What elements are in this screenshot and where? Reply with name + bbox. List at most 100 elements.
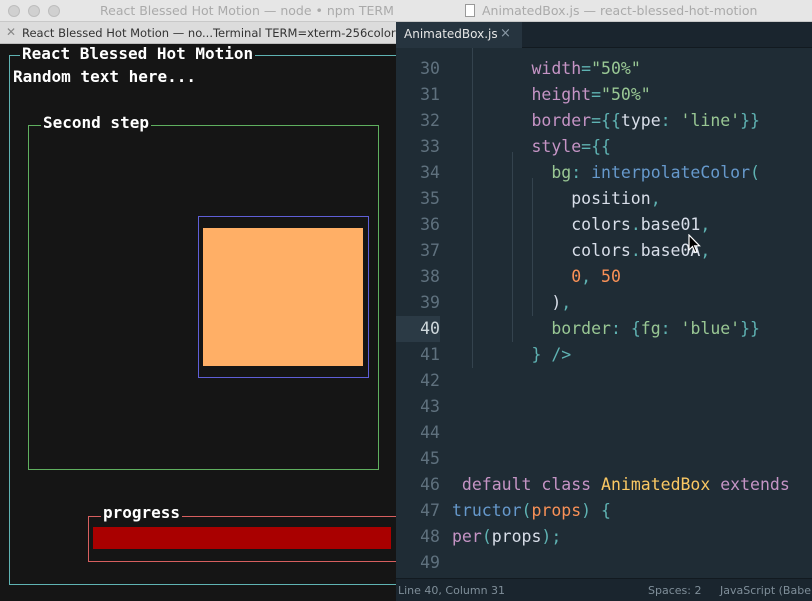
code-line[interactable]: colors.base01, [452,212,710,238]
code-token: } /> [452,345,572,364]
code-token: base01 [640,215,701,234]
line-number: 47 [420,501,440,520]
line-number: 38 [420,267,440,286]
line-number: 33 [420,137,440,156]
code-token: }} [740,319,760,338]
editor-titlebar: AnimatedBox.js — react-blessed-hot-motio… [396,0,812,22]
code-line[interactable]: } /> [452,342,571,368]
line-number: 48 [420,527,440,546]
line-number: 31 [420,85,440,104]
line-number: 45 [420,449,440,468]
cursor-position[interactable]: Line 40, Column 31 [398,584,505,597]
terminal-window-title: React Blessed Hot Motion — node • npm TE… [100,3,394,18]
line-number: 32 [420,111,440,130]
code-token: colors [452,241,631,260]
indentation-setting[interactable]: Spaces: 2 [648,584,701,597]
line-number: 44 [420,423,440,442]
code-token: = [581,59,592,78]
syntax-mode[interactable]: JavaScript (Babel) [720,584,812,597]
code-token: height [452,85,592,104]
line-number: 43 [420,397,440,416]
code-editor[interactable]: 30 31 32 33 34 35 36 37 38 39 40 41 42 43 44 45 46 47 48 49… [396,48,812,578]
mouse-cursor-icon [688,234,701,254]
progress-bar-fill [93,527,391,549]
main-box-label: React Blessed Hot Motion [20,44,256,63]
zoom-window-icon[interactable] [48,5,60,17]
code-token: ) { [581,501,611,520]
code-token: "50%" [601,85,651,104]
code-line[interactable]: width="50%" [452,56,640,82]
code-token: extends [720,475,790,494]
code-token: . [630,241,641,260]
code-token: per [452,527,482,546]
code-token: }} [740,111,760,130]
code-token: , [700,215,711,234]
close-window-icon[interactable] [8,5,20,17]
minimize-window-icon[interactable] [28,5,40,17]
code-token: 0 [571,267,582,286]
code-token: fg [640,319,661,338]
animated-box [203,228,363,366]
code-token: ); [541,527,562,546]
line-number: 30 [420,59,440,78]
code-line[interactable]: colors.base0A, [452,238,710,264]
code-line[interactable]: tructor(props) { [452,498,611,524]
code-lines[interactable]: width="50%" height="50%" border={{type: … [452,48,812,578]
code-token: bg [551,163,572,182]
close-tab-icon[interactable]: × [500,26,511,41]
code-token: : [571,163,592,182]
code-line[interactable]: height="50%" [452,82,651,108]
code-token: interpolateColor [591,163,751,182]
line-number-gutter: 30 31 32 33 34 35 36 37 38 39 40 41 42 43 44 45 46 47 48 49 [396,48,446,578]
line-number: 36 [420,215,440,234]
line-number: 42 [420,371,440,390]
code-token: ( [481,527,492,546]
code-token: default [452,475,532,494]
terminal-tab-bar: ✕ React Blessed Hot Motion — no...Termin… [0,22,396,44]
code-line[interactable]: ), [452,290,571,316]
code-token: ={{ [591,111,621,130]
editor-tab-bar: AnimatedBox.js × [396,22,812,48]
status-bar: Line 40, Column 31 Spaces: 2 JavaScript … [396,578,812,601]
document-icon [465,4,475,17]
line-number: 46 [420,475,440,494]
code-token: 'blue' [680,319,741,338]
code-token: ( [750,163,760,182]
code-line[interactable]: per(props); [452,524,561,550]
code-token: class [541,475,592,494]
code-token: , [581,267,602,286]
editor-window: AnimatedBox.js — react-blessed-hot-motio… [396,0,812,601]
code-token: position [452,189,651,208]
code-line[interactable]: default class AnimatedBox extends [452,472,790,498]
code-line[interactable]: 0, 50 [452,264,621,290]
code-line[interactable]: style={{ [452,134,610,160]
line-number: 49 [420,553,440,572]
code-token: style [452,137,582,156]
code-token: : { [610,319,641,338]
code-line[interactable]: position, [452,186,660,212]
code-token: colors [452,215,631,234]
code-line[interactable]: bg: interpolateColor( [452,160,760,186]
progress-label: progress [101,503,183,522]
terminal-tab[interactable]: React Blessed Hot Motion — no...Terminal… [22,26,396,40]
random-text: Random text here... [13,67,197,86]
code-token: border [452,111,592,130]
code-line[interactable]: border={{type: 'line'}} [452,108,760,134]
code-token: . [630,215,641,234]
tab-animatedbox[interactable]: AnimatedBox.js × [396,22,522,48]
code-token: ( [521,501,532,520]
code-line[interactable]: border: {fg: 'blue'}} [452,316,760,342]
close-tab-icon[interactable]: ✕ [6,25,16,39]
editor-tab-label: AnimatedBox.js [404,27,498,41]
terminal-titlebar: React Blessed Hot Motion — node • npm TE… [0,0,396,22]
code-token: 'line' [680,111,741,130]
code-token: tructor [452,501,522,520]
code-token: type [620,111,661,130]
terminal-screen[interactable]: React Blessed Hot Motion Random text her… [0,44,396,601]
line-number: 40 [396,316,440,342]
code-token: : [660,111,681,130]
